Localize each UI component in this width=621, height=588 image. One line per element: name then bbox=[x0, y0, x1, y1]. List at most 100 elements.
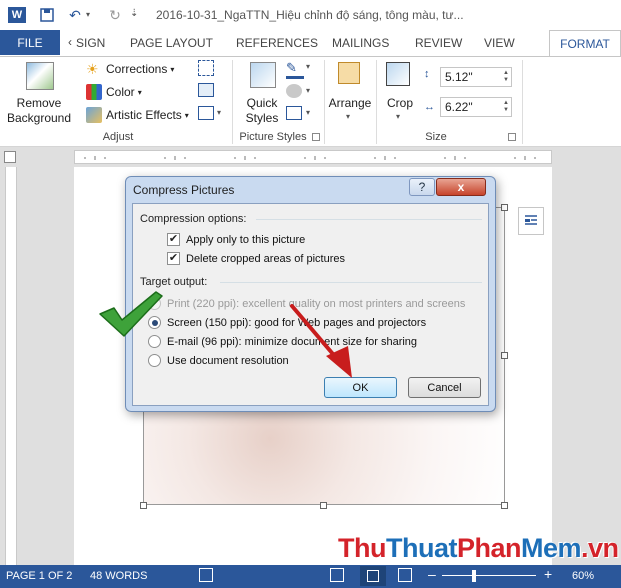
size-group-label: Size bbox=[425, 131, 447, 143]
picture-styles-group-label: Picture Styles bbox=[239, 131, 307, 143]
proofing-icon[interactable] bbox=[199, 568, 213, 582]
undo-dropdown-icon[interactable]: ▾ bbox=[86, 10, 90, 19]
target-output-label: Target output: bbox=[140, 276, 208, 288]
resize-handle[interactable] bbox=[501, 502, 508, 509]
tab-selector-icon[interactable] bbox=[4, 151, 16, 163]
radio-email[interactable]: E-mail (96 ppi): minimize document size … bbox=[148, 335, 417, 348]
compress-pictures-icon[interactable] bbox=[198, 60, 214, 76]
apply-only-checkbox[interactable]: ✔ Apply only to this picture bbox=[167, 233, 305, 246]
height-spinner-icon[interactable]: ▲ ▼ bbox=[503, 70, 509, 84]
artistic-effects-button[interactable]: Artistic Effects ▾ bbox=[86, 107, 189, 123]
page-count[interactable]: PAGE 1 OF 2 bbox=[6, 570, 72, 582]
window-title: 2016-10-31_NgaTTN_Hiệu chỉnh độ sáng, tô… bbox=[156, 8, 464, 22]
layout-options-icon bbox=[525, 215, 537, 225]
remove-background-icon bbox=[26, 62, 54, 90]
arrange-button[interactable]: Arrange ▾ bbox=[326, 60, 374, 126]
zoom-in-icon[interactable]: + bbox=[544, 566, 552, 582]
compression-options-label: Compression options: bbox=[140, 213, 247, 225]
shape-height-input[interactable]: 5.12" ▲ ▼ bbox=[440, 67, 512, 87]
print-layout-button[interactable] bbox=[360, 566, 386, 586]
width-value: 6.22" bbox=[445, 100, 473, 114]
shape-height-icon: ↕ bbox=[424, 68, 430, 80]
web-layout-icon[interactable] bbox=[398, 568, 412, 582]
color-palette-icon bbox=[86, 84, 102, 100]
reset-picture-icon[interactable] bbox=[198, 106, 214, 120]
artistic-effects-icon bbox=[86, 107, 102, 123]
delete-cropped-checkbox[interactable]: ✔ Delete cropped areas of pictures bbox=[167, 252, 345, 265]
redo-icon[interactable]: ↻ bbox=[106, 6, 124, 24]
apply-only-label: Apply only to this picture bbox=[186, 233, 306, 246]
tab-format[interactable]: FORMAT bbox=[549, 30, 621, 57]
radio-document-resolution-label: Use document resolution bbox=[167, 354, 289, 367]
resize-handle[interactable] bbox=[501, 352, 508, 359]
watermark-part-2: Thuat bbox=[385, 533, 458, 563]
shape-width-icon: ↔ bbox=[424, 101, 435, 113]
picture-border-icon[interactable]: ✎ bbox=[286, 60, 302, 76]
resize-handle[interactable] bbox=[320, 502, 327, 509]
chevron-down-icon[interactable]: ▾ bbox=[306, 62, 310, 71]
chevron-down-icon[interactable]: ▾ bbox=[306, 86, 310, 95]
color-button[interactable]: Color ▾ bbox=[86, 84, 142, 100]
title-bar: W ↶ ▾ ↻ ⇣ 2016-10-31_NgaTTN_Hiệu chỉnh đ… bbox=[0, 0, 621, 30]
zoom-slider-thumb[interactable] bbox=[472, 570, 476, 582]
tab-design[interactable]: SIGN bbox=[76, 30, 105, 55]
zoom-slider[interactable] bbox=[442, 575, 536, 576]
remove-background-label-2: Background bbox=[6, 111, 72, 125]
customize-qat-icon[interactable]: ⇣ bbox=[130, 8, 138, 19]
color-label: Color bbox=[106, 85, 135, 99]
chevron-down-icon: ▾ bbox=[396, 112, 401, 121]
layout-options-button[interactable] bbox=[518, 207, 544, 235]
change-picture-icon[interactable] bbox=[198, 83, 214, 97]
quick-styles-button[interactable]: Quick Styles bbox=[238, 60, 286, 126]
radio-document-resolution[interactable]: Use document resolution bbox=[148, 354, 289, 367]
read-mode-icon[interactable] bbox=[330, 568, 344, 582]
save-icon[interactable] bbox=[38, 6, 56, 24]
reset-dropdown-icon[interactable]: ▾ bbox=[217, 108, 221, 117]
border-color-bar bbox=[286, 76, 304, 79]
remove-background-label-1: Remove bbox=[16, 96, 62, 110]
close-button[interactable]: x bbox=[436, 178, 486, 196]
chevron-down-icon: ▾ bbox=[184, 110, 189, 120]
height-value: 5.12" bbox=[445, 70, 473, 84]
undo-icon[interactable]: ↶ bbox=[66, 6, 84, 24]
corrections-button[interactable]: ☀ Corrections ▾ bbox=[86, 61, 174, 77]
tab-scroll-left-icon[interactable]: ‹ bbox=[64, 32, 76, 52]
tab-file[interactable]: FILE bbox=[0, 30, 60, 55]
zoom-out-icon[interactable]: – bbox=[428, 566, 436, 582]
chevron-down-icon: ▾ bbox=[137, 87, 142, 97]
chevron-down-icon[interactable]: ▾ bbox=[306, 108, 310, 117]
remove-background-button[interactable]: Remove Background bbox=[6, 60, 72, 126]
red-arrow-icon bbox=[290, 304, 352, 378]
width-spinner-icon[interactable]: ▲ ▼ bbox=[503, 100, 509, 114]
crop-button[interactable]: Crop ▾ bbox=[380, 60, 420, 126]
picture-effects-icon[interactable] bbox=[286, 84, 302, 98]
chevron-down-icon: ▾ bbox=[346, 112, 351, 121]
shape-width-input[interactable]: 6.22" ▲ ▼ bbox=[440, 97, 512, 117]
tab-page-layout[interactable]: PAGE LAYOUT bbox=[130, 30, 213, 55]
group-divider bbox=[324, 60, 325, 144]
watermark-part-5: .vn bbox=[581, 533, 619, 563]
dialog-launcher-icon[interactable] bbox=[312, 133, 320, 141]
resize-handle[interactable] bbox=[501, 204, 508, 211]
word-logo-icon: W bbox=[8, 7, 26, 23]
horizontal-ruler[interactable] bbox=[74, 150, 552, 164]
delete-cropped-label: Delete cropped areas of pictures bbox=[186, 252, 345, 265]
zoom-level[interactable]: 60% bbox=[572, 570, 594, 582]
vertical-ruler[interactable] bbox=[5, 167, 17, 565]
cancel-button[interactable]: Cancel bbox=[408, 377, 481, 398]
watermark-part-1: Thu bbox=[338, 533, 386, 563]
word-count[interactable]: 48 WORDS bbox=[90, 570, 147, 582]
tab-review[interactable]: REVIEW bbox=[415, 30, 462, 55]
resize-handle[interactable] bbox=[140, 502, 147, 509]
tab-references[interactable]: REFERENCES bbox=[236, 30, 318, 55]
help-button[interactable]: ? bbox=[409, 178, 435, 196]
group-divider bbox=[522, 60, 523, 144]
dialog-launcher-icon[interactable] bbox=[508, 133, 516, 141]
watermark-logo: ThuThuatPhanMem.vn bbox=[338, 533, 619, 564]
picture-layout-icon[interactable] bbox=[286, 106, 302, 120]
checkbox-icon: ✔ bbox=[167, 233, 180, 246]
tab-mailings[interactable]: MAILINGS bbox=[332, 30, 389, 55]
tab-view[interactable]: VIEW bbox=[484, 30, 515, 55]
quick-styles-icon bbox=[250, 62, 276, 88]
chevron-down-icon: ▾ bbox=[170, 64, 175, 74]
